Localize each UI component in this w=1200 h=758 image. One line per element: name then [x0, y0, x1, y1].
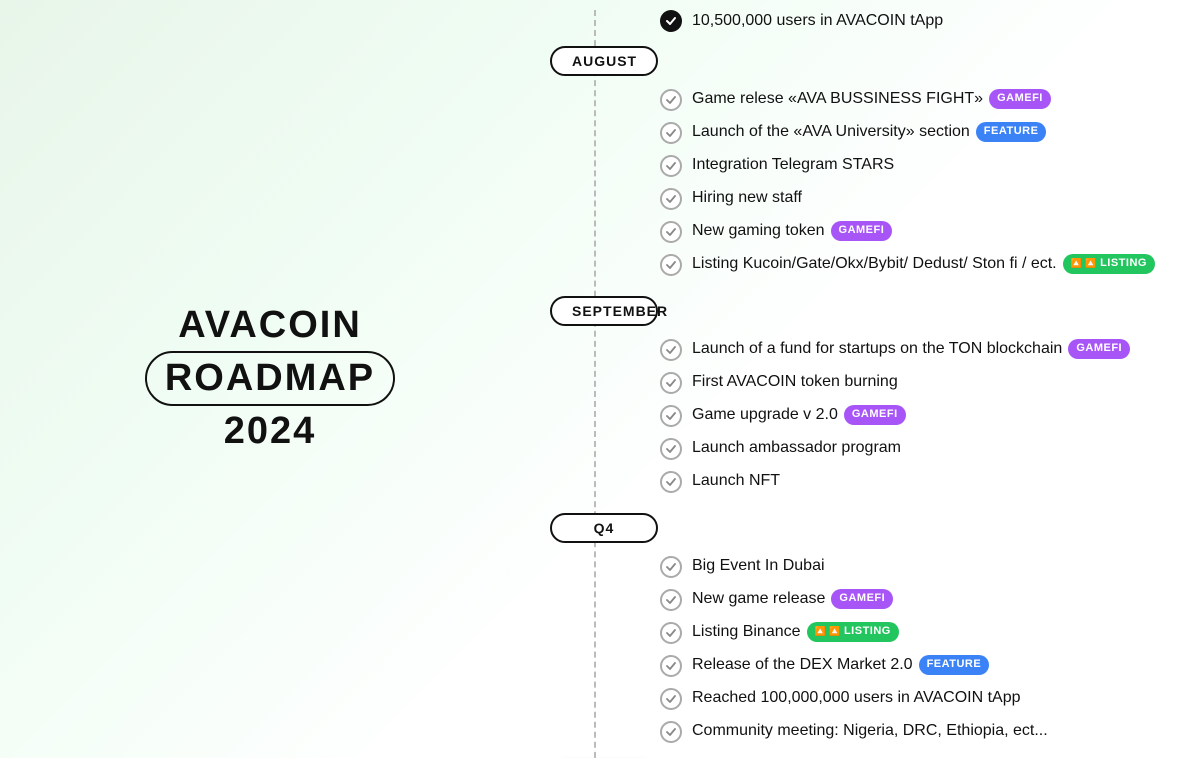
right-panel: 10,500,000 users in AVACOIN tApp AUGUSTG… — [540, 0, 1200, 758]
month-wrapper-q4: Q4 — [550, 513, 1170, 543]
list-item: Big Event In Dubai — [660, 555, 1170, 578]
item-text: Release of the DEX Market 2.0FEATURE — [692, 654, 1170, 676]
item-text: Listing Binance🔼 LISTING — [692, 621, 1170, 643]
list-item: New game releaseGAMEFI — [660, 588, 1170, 611]
list-item: Launch NFT — [660, 470, 1170, 493]
check-icon — [660, 254, 682, 276]
logo-roadmap: ROADMAP — [145, 351, 395, 406]
list-item: Hiring new staff — [660, 187, 1170, 210]
left-panel: AVACOIN ROADMAP 2024 — [0, 0, 540, 758]
check-icon — [660, 405, 682, 427]
list-item: Game relese «AVA BUSSINESS FIGHT»GAMEFI — [660, 88, 1170, 111]
item-text: Launch NFT — [692, 470, 1170, 492]
check-icon — [660, 721, 682, 743]
month-wrapper-september: SEPTEMBER — [550, 296, 1170, 326]
check-icon — [660, 188, 682, 210]
check-icon — [660, 556, 682, 578]
check-icon — [660, 122, 682, 144]
list-item: Reached 100,000,000 users in AVACOIN tAp… — [660, 687, 1170, 710]
timeline-line — [594, 10, 596, 758]
list-item: Release of the DEX Market 2.0FEATURE — [660, 654, 1170, 677]
item-text: New gaming tokenGAMEFI — [692, 220, 1170, 242]
list-item: Launch of a fund for startups on the TON… — [660, 338, 1170, 361]
item-text: First AVACOIN token burning — [692, 371, 1170, 393]
timeline: 10,500,000 users in AVACOIN tApp AUGUSTG… — [540, 10, 1170, 758]
sections-container: AUGUSTGame relese «AVA BUSSINESS FIGHT»G… — [660, 46, 1170, 743]
month-label-august: AUGUST — [550, 46, 658, 76]
list-item: New gaming tokenGAMEFI — [660, 220, 1170, 243]
check-icon — [660, 221, 682, 243]
list-item: Launch of the «AVA University» sectionFE… — [660, 121, 1170, 144]
top-item: 10,500,000 users in AVACOIN tApp — [660, 10, 1170, 32]
item-badge: GAMEFI — [831, 589, 893, 608]
item-badge: 🔼 LISTING — [807, 622, 899, 641]
month-wrapper-august: AUGUST — [550, 46, 1170, 76]
item-text: Community meeting: Nigeria, DRC, Ethiopi… — [692, 720, 1170, 742]
item-text: Big Event In Dubai — [692, 555, 1170, 577]
section-september: SEPTEMBERLaunch of a fund for startups o… — [660, 296, 1170, 493]
item-badge: FEATURE — [919, 655, 990, 674]
check-icon — [660, 339, 682, 361]
item-badge: 🔼 LISTING — [1063, 254, 1155, 273]
items-list-september: Launch of a fund for startups on the TON… — [660, 338, 1170, 493]
logo-year: 2024 — [145, 410, 395, 453]
check-icon — [660, 89, 682, 111]
items-list-q4: Big Event In Dubai New game releaseGAMEFI… — [660, 555, 1170, 743]
check-icon — [660, 655, 682, 677]
check-icon — [660, 471, 682, 493]
list-item: Integration Telegram STARS — [660, 154, 1170, 177]
item-text: Launch ambassador program — [692, 437, 1170, 459]
list-item: Launch ambassador program — [660, 437, 1170, 460]
item-text: Listing Kucoin/Gate/Okx/Bybit/ Dedust/ S… — [692, 253, 1170, 275]
item-badge: GAMEFI — [989, 89, 1051, 108]
item-text: Integration Telegram STARS — [692, 154, 1170, 176]
list-item: Listing Binance🔼 LISTING — [660, 621, 1170, 644]
check-icon — [660, 622, 682, 644]
item-text: Game upgrade v 2.0GAMEFI — [692, 404, 1170, 426]
item-text: Game relese «AVA BUSSINESS FIGHT»GAMEFI — [692, 88, 1170, 110]
list-item: First AVACOIN token burning — [660, 371, 1170, 394]
logo-title: AVACOIN — [145, 305, 395, 347]
check-icon — [660, 372, 682, 394]
month-label-september: SEPTEMBER — [550, 296, 658, 326]
item-badge: GAMEFI — [831, 221, 893, 240]
section-q4: Q4Big Event In DubaiNew game releaseGAME… — [660, 513, 1170, 743]
month-label-q4: Q4 — [550, 513, 658, 543]
list-item: Listing Kucoin/Gate/Okx/Bybit/ Dedust/ S… — [660, 253, 1170, 276]
section-august: AUGUSTGame relese «AVA BUSSINESS FIGHT»G… — [660, 46, 1170, 276]
item-text: New game releaseGAMEFI — [692, 588, 1170, 610]
item-text: Launch of the «AVA University» sectionFE… — [692, 121, 1170, 143]
item-badge: FEATURE — [976, 122, 1047, 141]
check-icon — [660, 589, 682, 611]
logo-area: AVACOIN ROADMAP 2024 — [145, 305, 395, 453]
top-item-text: 10,500,000 users in AVACOIN tApp — [692, 10, 1170, 32]
list-item: Game upgrade v 2.0GAMEFI — [660, 404, 1170, 427]
check-filled-icon — [660, 10, 682, 32]
check-icon — [660, 155, 682, 177]
check-icon — [660, 688, 682, 710]
items-list-august: Game relese «AVA BUSSINESS FIGHT»GAMEFI L… — [660, 88, 1170, 276]
list-item: Community meeting: Nigeria, DRC, Ethiopi… — [660, 720, 1170, 743]
item-text: Hiring new staff — [692, 187, 1170, 209]
item-text: Launch of a fund for startups on the TON… — [692, 338, 1170, 360]
item-badge: GAMEFI — [1068, 339, 1130, 358]
item-text: Reached 100,000,000 users in AVACOIN tAp… — [692, 687, 1170, 709]
item-badge: GAMEFI — [844, 405, 906, 424]
check-icon — [660, 438, 682, 460]
